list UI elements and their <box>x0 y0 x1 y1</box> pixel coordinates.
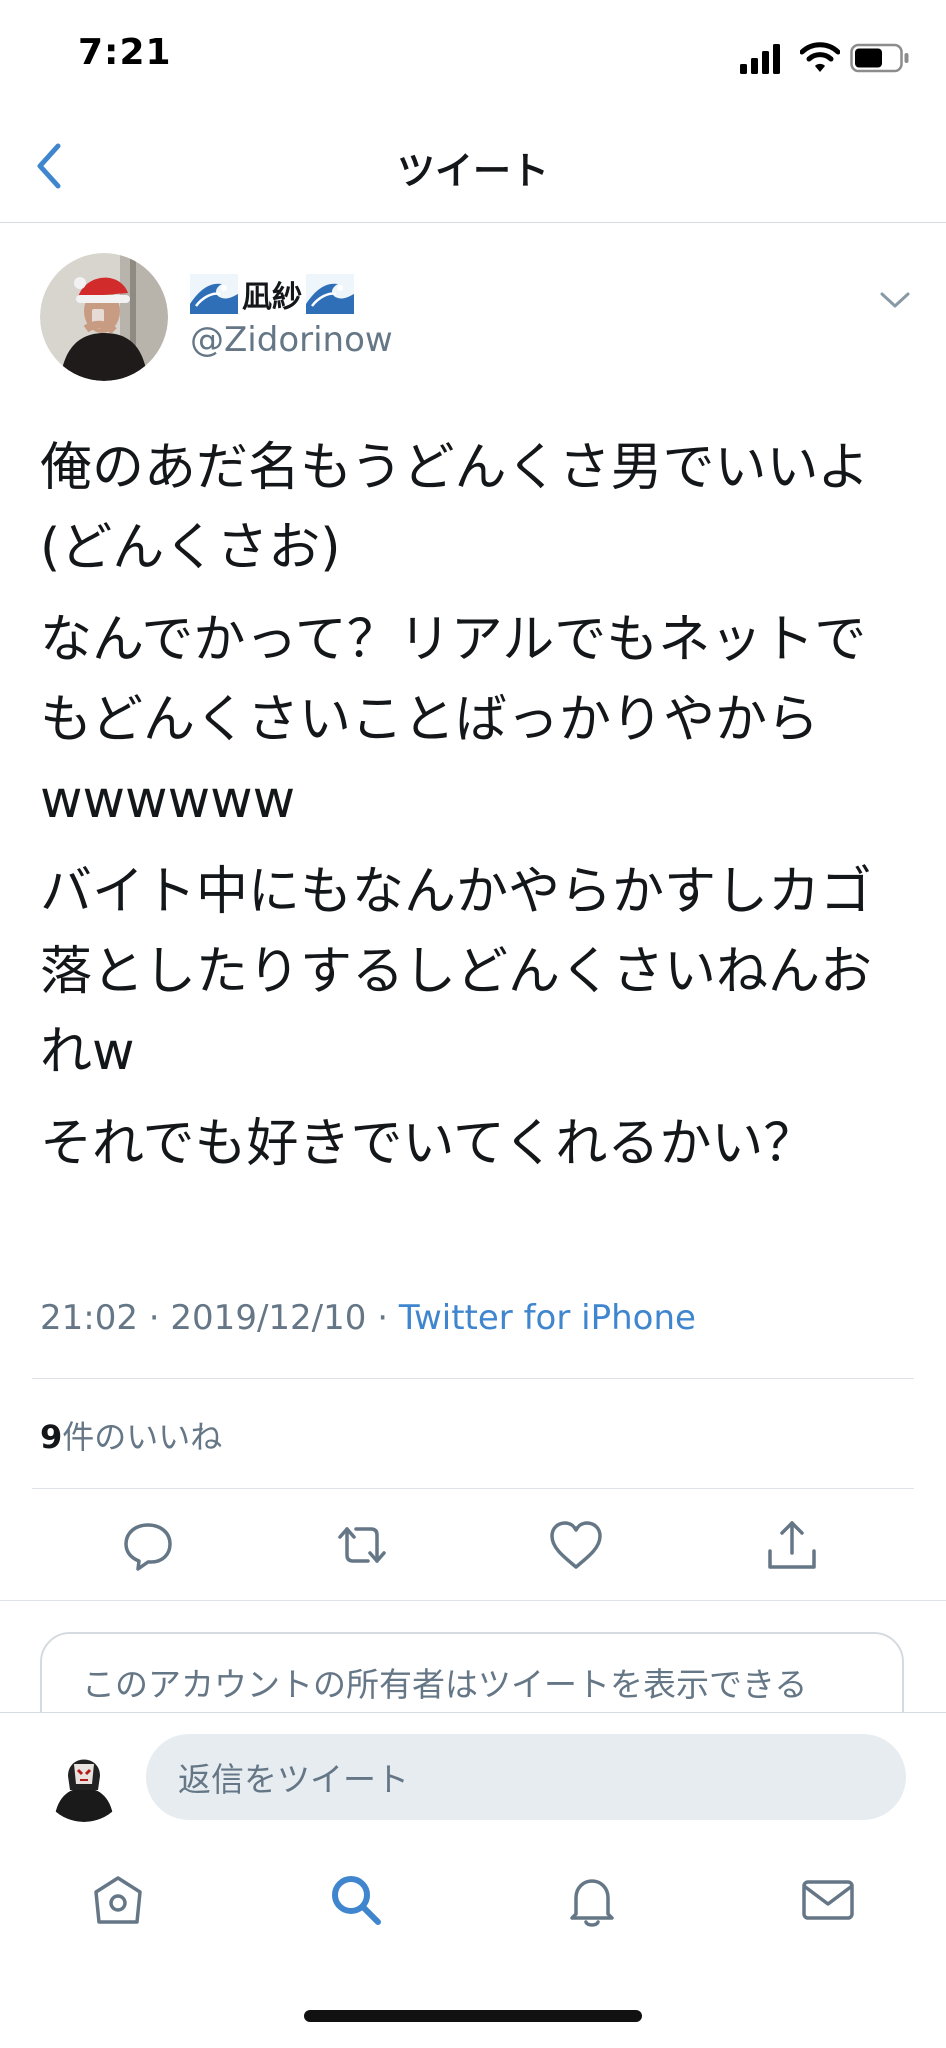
signal-icon <box>740 44 780 74</box>
tweet-date: 2019/12/10 <box>170 1298 367 1338</box>
share-button[interactable] <box>762 1515 822 1575</box>
tweet-text: 俺のあだ名もうどんくさ男でいいよ(どんくさお) なんでかって？リアルでもネットで… <box>40 428 910 1196</box>
likes-count: 9 <box>40 1418 63 1456</box>
tweet-paragraph: なんでかって？リアルでもネットでもどんくさいことばっかりやからwwwwww <box>40 610 867 830</box>
home-indicator[interactable] <box>304 2010 642 2022</box>
divider <box>0 1600 946 1601</box>
speech-bubble-icon <box>124 1523 172 1571</box>
my-avatar[interactable] <box>40 1734 128 1822</box>
tweet-paragraph: バイト中にもなんかやらかすしカゴ落としたりするしどんくさいねんおれw <box>40 862 873 1082</box>
envelope-icon <box>802 1880 854 1920</box>
likes-label: 件のいいね <box>62 1418 223 1456</box>
user-handle[interactable]: @Zidorinow <box>190 320 393 360</box>
tab-messages[interactable] <box>798 1870 858 1930</box>
battery-icon <box>850 43 909 73</box>
status-time: 7:21 <box>78 32 172 73</box>
tweet-meta: 21:02 · 2019/12/10 · Twitter for iPhone <box>40 1298 696 1338</box>
wave-icon <box>306 274 354 314</box>
wifi-icon <box>800 42 840 72</box>
home-icon <box>94 1876 142 1924</box>
bell-icon <box>570 1879 614 1927</box>
retweet-icon <box>338 1527 386 1563</box>
wave-icon <box>190 274 238 314</box>
meta-separator: · <box>148 1298 160 1338</box>
tweet-paragraph: 俺のあだ名もうどんくさ男でいいよ(どんくさお) <box>40 438 870 578</box>
tweet-paragraph: それでも好きでいてくれるかい？ <box>40 1114 816 1174</box>
reply-button[interactable] <box>118 1515 178 1575</box>
reply-input[interactable]: 返信をツイート <box>146 1734 906 1820</box>
likes-row[interactable]: 9件のいいね <box>40 1412 222 1458</box>
tab-notifications[interactable] <box>562 1870 622 1930</box>
chevron-down-icon[interactable] <box>878 288 912 312</box>
tweet-time: 21:02 <box>40 1298 138 1338</box>
tab-home[interactable] <box>88 1870 148 1930</box>
like-button[interactable] <box>546 1515 606 1575</box>
tweet-author-avatar[interactable] <box>40 253 168 381</box>
notice-text: このアカウントの所有者はツイートを表示できる <box>82 1665 808 1704</box>
divider <box>32 1378 914 1379</box>
search-icon <box>332 1876 381 1925</box>
tweet-source-link[interactable]: Twitter for iPhone <box>399 1298 696 1338</box>
nav-divider <box>0 222 946 223</box>
tab-search[interactable] <box>326 1870 386 1930</box>
display-name-row[interactable]: 凪紗 <box>190 270 354 318</box>
retweet-button[interactable] <box>332 1515 392 1575</box>
page-title: ツイート <box>396 149 549 193</box>
meta-separator: · <box>377 1298 389 1338</box>
display-name: 凪紗 <box>242 280 302 315</box>
divider <box>32 1488 914 1489</box>
share-icon <box>768 1521 816 1569</box>
heart-icon <box>550 1521 602 1569</box>
